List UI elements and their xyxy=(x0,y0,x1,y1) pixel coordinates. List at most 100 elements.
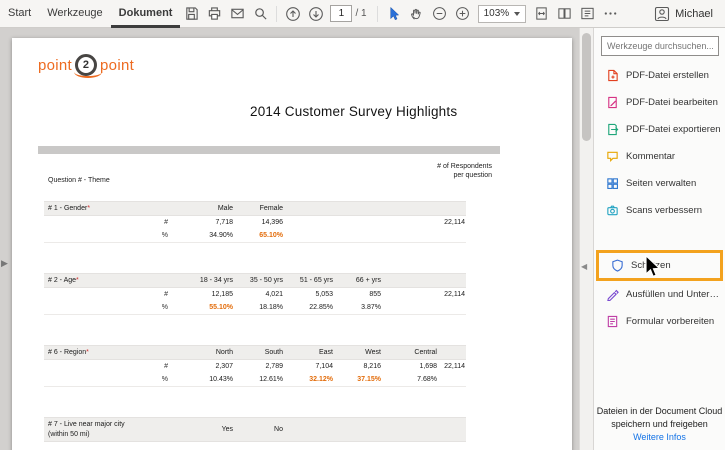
percent-cell: 65.10% xyxy=(259,232,283,239)
question-label: # 6 - Region* xyxy=(44,348,154,357)
count-row: #12,185 4,021 5,053 855 22,114 xyxy=(44,288,466,301)
reading-mode-icon xyxy=(581,7,594,20)
percent-row-label: % xyxy=(161,376,168,383)
tool-label: Ausfüllen und Unterschreiben xyxy=(626,289,721,300)
footer-line2: speichern und freigeben xyxy=(611,419,708,429)
chevron-down-icon xyxy=(514,11,521,16)
percent-cell: 37.15% xyxy=(357,376,381,383)
zoom-in-button[interactable] xyxy=(451,2,474,26)
save-icon xyxy=(186,7,199,20)
question-block: # 1 - Gender* Male Female #7,718 14,396 22,11… xyxy=(44,201,466,243)
print-icon xyxy=(209,7,221,20)
tool-label: PDF-Datei bearbeiten xyxy=(626,97,718,108)
next-page-button[interactable] xyxy=(304,2,327,26)
enhance-scans-icon xyxy=(607,205,618,216)
question-header-row: # 7 - Live near major city (within 50 mi)… xyxy=(44,417,466,442)
question-label: # 1 - Gender* xyxy=(44,204,154,213)
total-cell: 22,114 xyxy=(444,219,465,226)
column-header: 18 - 34 yrs xyxy=(199,277,233,284)
count-cell: 2,789 xyxy=(265,363,283,370)
table-header-left: Question # - Theme xyxy=(48,177,110,184)
column-header: Male xyxy=(217,205,233,212)
total-cell: 22,114 xyxy=(444,363,465,370)
tools-list: PDF-Datei erstellen PDF-Datei bearbeiten P… xyxy=(594,62,725,335)
percent-cell: 12.61% xyxy=(259,376,283,383)
tool-item-pdf-datei-bearbeiten[interactable]: PDF-Datei bearbeiten xyxy=(594,89,725,116)
tab-start[interactable]: Start xyxy=(0,0,39,28)
tool-label: PDF-Datei erstellen xyxy=(626,70,709,81)
tool-item-formular-vorbereiten[interactable]: Formular vorbereiten xyxy=(594,308,725,335)
tool-item-seiten-verwalten[interactable]: Seiten verwalten xyxy=(594,170,725,197)
hand-tool-button[interactable] xyxy=(405,2,428,26)
vertical-scrollbar[interactable] xyxy=(579,28,593,450)
print-button[interactable] xyxy=(203,2,226,26)
export-pdf-icon xyxy=(608,123,619,136)
required-asterisk: * xyxy=(87,204,91,212)
percent-cell: 22.85% xyxy=(309,304,333,311)
user-account-button[interactable]: Michael xyxy=(654,6,725,22)
divider-bar xyxy=(38,146,500,154)
question-label-line1: # 1 - Gender* xyxy=(48,204,91,212)
column-header: West xyxy=(365,349,381,356)
select-tool-icon xyxy=(390,6,399,21)
tool-item-pdf-datei-exportieren[interactable]: PDF-Datei exportieren xyxy=(594,116,725,143)
count-cell: 4,021 xyxy=(265,291,283,298)
page-number-input[interactable] xyxy=(330,5,353,22)
reading-mode-button[interactable] xyxy=(576,2,599,26)
tool-label: Schützen xyxy=(631,260,671,271)
zoom-out-button[interactable] xyxy=(428,2,451,26)
search-button[interactable] xyxy=(249,2,272,26)
count-row-label: # xyxy=(164,219,168,226)
count-row: #7,718 14,396 22,114 xyxy=(44,216,466,229)
tools-panel-toggle-icon[interactable]: ◀ xyxy=(581,262,587,271)
count-row: #2,307 2,789 7,104 8,216 1,698 22,114 xyxy=(44,360,466,373)
question-label-line2: (within 50 mi) xyxy=(48,430,90,438)
select-tool-button[interactable] xyxy=(382,2,405,26)
toolbar-separator xyxy=(376,5,378,22)
edit-pdf-icon xyxy=(608,96,617,109)
percent-row-label: % xyxy=(161,304,168,311)
document-viewer: ▶ point 2 point 2014 Customer Survey Hig… xyxy=(0,28,579,450)
question-label: # 2 - Age* xyxy=(44,276,154,285)
page-total-label: / 1 xyxy=(355,8,367,19)
column-header: Female xyxy=(259,205,283,212)
tools-search-input[interactable] xyxy=(601,36,719,56)
document-title: 2014 Customer Survey Highlights xyxy=(250,104,458,119)
tool-item-pdf-datei-erstellen[interactable]: PDF-Datei erstellen xyxy=(594,62,725,89)
prepare-form-icon xyxy=(607,315,618,328)
page-up-icon xyxy=(286,6,300,21)
tab-werkzeuge[interactable]: Werkzeuge xyxy=(39,0,110,28)
tool-item-scans-verbessern[interactable]: Scans verbessern xyxy=(594,197,725,224)
tool-item-ausf-llen-und-unterschreiben[interactable]: Ausfüllen und Unterschreiben xyxy=(594,281,725,308)
question-block: # 6 - Region* North South East West Central #2… xyxy=(44,345,466,387)
count-cell: 12,185 xyxy=(211,291,233,298)
table-header-right: # of Respondents per question xyxy=(437,162,492,180)
zoom-level-dropdown[interactable]: 103% xyxy=(477,4,527,23)
save-button[interactable] xyxy=(180,2,203,26)
more-options-button[interactable] xyxy=(599,2,622,26)
previous-page-button[interactable] xyxy=(281,2,304,26)
scrollbar-thumb[interactable] xyxy=(582,33,591,141)
question-block: # 2 - Age* 18 - 34 yrs 35 - 50 yrs 51 - 65 … xyxy=(44,273,466,315)
respondents-label-line1: # of Respondents xyxy=(437,163,492,170)
left-pane-toggle-icon[interactable]: ▶ xyxy=(1,258,8,269)
count-cell: 14,396 xyxy=(261,219,283,226)
hand-tool-icon xyxy=(410,8,421,20)
comment-icon xyxy=(607,151,618,163)
weitere-infos-link[interactable]: Weitere Infos xyxy=(594,431,725,444)
column-header: 66 + yrs xyxy=(355,277,381,284)
protect-icon xyxy=(612,259,623,272)
count-cell: 855 xyxy=(369,291,381,298)
two-page-view-button[interactable] xyxy=(553,2,576,26)
fit-width-button[interactable] xyxy=(530,2,553,26)
tool-item-kommentar[interactable]: Kommentar xyxy=(594,143,725,170)
column-header: 51 - 65 yrs xyxy=(299,277,333,284)
percent-cell: 3.87% xyxy=(361,304,381,311)
question-label-line1: # 2 - Age* xyxy=(48,276,79,284)
email-button[interactable] xyxy=(226,2,249,26)
zoom-in-icon xyxy=(455,7,469,20)
tool-item-sch-tzen[interactable]: Schützen xyxy=(599,253,720,278)
tab-dokument[interactable]: Dokument xyxy=(110,0,181,28)
percent-cell: 10.43% xyxy=(209,376,233,383)
count-cell: 7,718 xyxy=(215,219,233,226)
